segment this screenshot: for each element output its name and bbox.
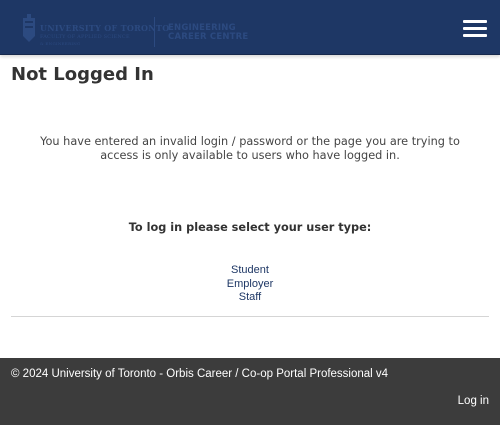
employer-login-link[interactable]: Employer: [0, 278, 500, 292]
site-footer: © 2024 University of Toronto - Orbis Car…: [0, 358, 500, 425]
logo-uoft-line3: & ENGINEERING: [40, 41, 81, 46]
staff-login-link[interactable]: Staff: [0, 291, 500, 305]
not-logged-in-message: You have entered an invalid login / pass…: [40, 135, 460, 162]
logo-uoft-line1: UNIVERSITY OF TORONTO: [40, 23, 170, 33]
copyright-text: © 2024 University of Toronto - Orbis Car…: [11, 368, 389, 380]
page-title: Not Logged In: [11, 64, 154, 85]
logo-divider: [154, 17, 155, 47]
footer-login-link[interactable]: Log in: [458, 395, 489, 407]
content-divider: [11, 316, 489, 317]
logo-uoft-line2: FACULTY OF APPLIED SCIENCE: [40, 34, 130, 40]
logo-ecc-line2: CAREER CENTRE: [168, 32, 249, 42]
hamburger-menu-icon[interactable]: [463, 20, 487, 38]
ecc-logo-text[interactable]: ENGINEERING CAREER CENTRE: [168, 24, 248, 42]
uoft-logo-text[interactable]: UNIVERSITY OF TORONTO FACULTY OF APPLIED…: [40, 23, 169, 46]
site-header: UNIVERSITY OF TORONTO FACULTY OF APPLIED…: [0, 0, 500, 55]
user-type-list: Student Employer Staff: [0, 264, 500, 305]
student-login-link[interactable]: Student: [0, 264, 500, 278]
user-type-prompt: To log in please select your user type:: [128, 221, 372, 234]
university-crest-icon: [23, 14, 35, 42]
